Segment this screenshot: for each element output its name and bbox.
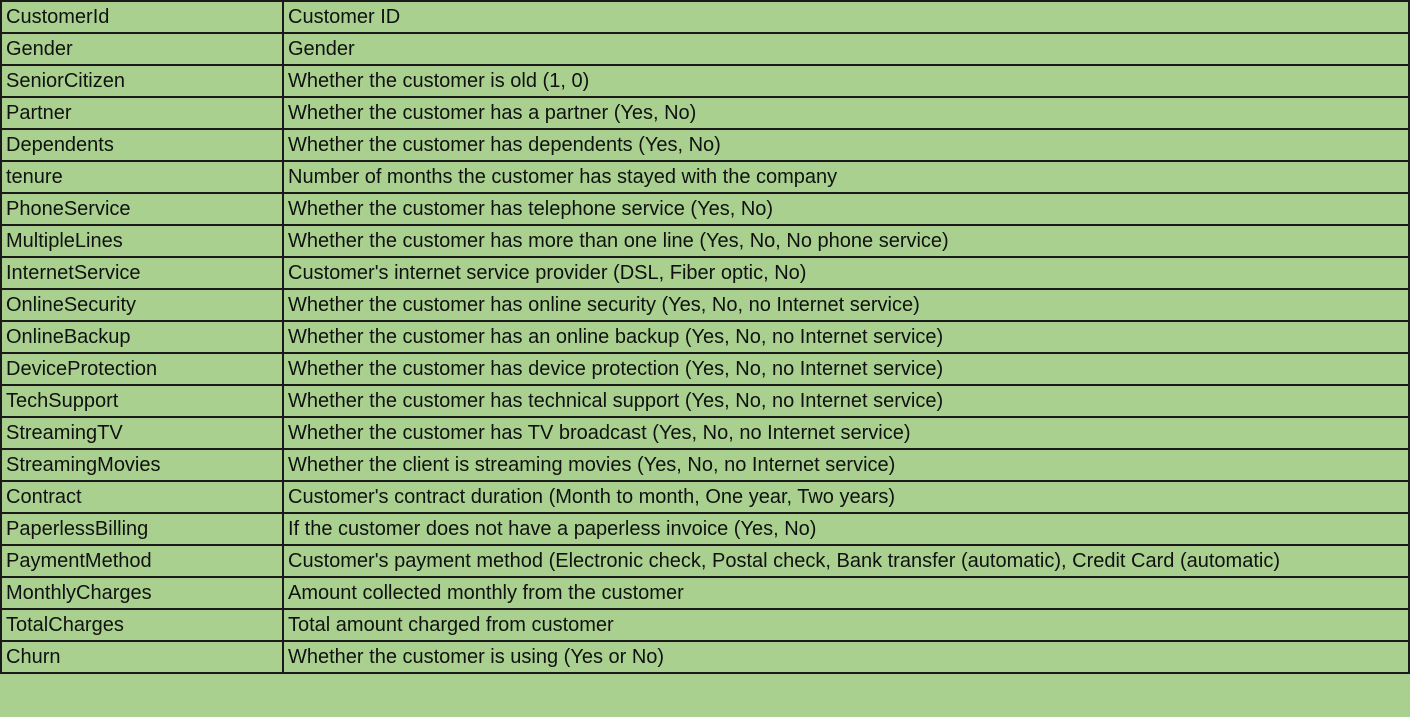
table-row: StreamingTV Whether the customer has TV … (0, 416, 1410, 450)
field-description-cell[interactable]: Customer's contract duration (Month to m… (282, 480, 1410, 514)
table-row: CustomerId Customer ID (0, 0, 1410, 34)
field-description-cell[interactable]: Gender (282, 32, 1410, 66)
field-name-cell[interactable]: DeviceProtection (0, 352, 284, 386)
field-description-cell[interactable]: Total amount charged from customer (282, 608, 1410, 642)
field-name-cell[interactable]: OnlineBackup (0, 320, 284, 354)
table-row: DeviceProtection Whether the customer ha… (0, 352, 1410, 386)
table-row: StreamingMovies Whether the client is st… (0, 448, 1410, 482)
table-row: Contract Customer's contract duration (M… (0, 480, 1410, 514)
field-name-cell[interactable]: InternetService (0, 256, 284, 290)
table-row: SeniorCitizen Whether the customer is ol… (0, 64, 1410, 98)
table-row: Partner Whether the customer has a partn… (0, 96, 1410, 130)
field-description-cell[interactable]: Whether the customer has telephone servi… (282, 192, 1410, 226)
field-name-cell[interactable]: TechSupport (0, 384, 284, 418)
table-row: PaperlessBilling If the customer does no… (0, 512, 1410, 546)
field-description-cell[interactable]: Whether the customer has technical suppo… (282, 384, 1410, 418)
table-row: InternetService Customer's internet serv… (0, 256, 1410, 290)
field-description-cell[interactable]: If the customer does not have a paperles… (282, 512, 1410, 546)
field-name-cell[interactable]: CustomerId (0, 0, 284, 34)
field-description-cell[interactable]: Whether the customer has device protecti… (282, 352, 1410, 386)
field-name-cell[interactable]: SeniorCitizen (0, 64, 284, 98)
field-description-cell[interactable]: Whether the customer has an online backu… (282, 320, 1410, 354)
field-description-cell[interactable]: Whether the customer is using (Yes or No… (282, 640, 1410, 674)
table-row: Churn Whether the customer is using (Yes… (0, 640, 1410, 674)
field-name-cell[interactable]: TotalCharges (0, 608, 284, 642)
field-name-cell[interactable]: Partner (0, 96, 284, 130)
field-name-cell[interactable]: MultipleLines (0, 224, 284, 258)
field-description-cell[interactable]: Customer ID (282, 0, 1410, 34)
field-name-cell[interactable]: PaymentMethod (0, 544, 284, 578)
table-row: TotalCharges Total amount charged from c… (0, 608, 1410, 642)
field-description-cell[interactable]: Whether the customer has a partner (Yes,… (282, 96, 1410, 130)
field-name-cell[interactable]: Dependents (0, 128, 284, 162)
field-description-cell[interactable]: Whether the customer has dependents (Yes… (282, 128, 1410, 162)
field-name-cell[interactable]: OnlineSecurity (0, 288, 284, 322)
table-row: MultipleLines Whether the customer has m… (0, 224, 1410, 258)
table-row: OnlineBackup Whether the customer has an… (0, 320, 1410, 354)
spreadsheet-range: CustomerId Customer ID Gender Gender Sen… (0, 0, 1410, 717)
field-name-cell[interactable]: Gender (0, 32, 284, 66)
table-row: Dependents Whether the customer has depe… (0, 128, 1410, 162)
table-body: CustomerId Customer ID Gender Gender Sen… (0, 0, 1410, 674)
field-description-cell[interactable]: Whether the customer is old (1, 0) (282, 64, 1410, 98)
table-row: tenure Number of months the customer has… (0, 160, 1410, 194)
table-row: Gender Gender (0, 32, 1410, 66)
field-name-cell[interactable]: Contract (0, 480, 284, 514)
field-description-cell[interactable]: Customer's payment method (Electronic ch… (282, 544, 1410, 578)
field-name-cell[interactable]: PaperlessBilling (0, 512, 284, 546)
table-row: PhoneService Whether the customer has te… (0, 192, 1410, 226)
field-description-cell[interactable]: Whether the customer has TV broadcast (Y… (282, 416, 1410, 450)
field-name-cell[interactable]: Churn (0, 640, 284, 674)
field-name-cell[interactable]: tenure (0, 160, 284, 194)
field-description-cell[interactable]: Whether the customer has more than one l… (282, 224, 1410, 258)
field-description-cell[interactable]: Amount collected monthly from the custom… (282, 576, 1410, 610)
field-description-cell[interactable]: Number of months the customer has stayed… (282, 160, 1410, 194)
table-row: TechSupport Whether the customer has tec… (0, 384, 1410, 418)
field-name-cell[interactable]: PhoneService (0, 192, 284, 226)
field-name-cell[interactable]: StreamingMovies (0, 448, 284, 482)
data-dictionary-table: CustomerId Customer ID Gender Gender Sen… (0, 0, 1410, 674)
table-row: PaymentMethod Customer's payment method … (0, 544, 1410, 578)
table-row: MonthlyCharges Amount collected monthly … (0, 576, 1410, 610)
field-description-cell[interactable]: Customer's internet service provider (DS… (282, 256, 1410, 290)
field-description-cell[interactable]: Whether the client is streaming movies (… (282, 448, 1410, 482)
field-description-cell[interactable]: Whether the customer has online security… (282, 288, 1410, 322)
field-name-cell[interactable]: MonthlyCharges (0, 576, 284, 610)
field-name-cell[interactable]: StreamingTV (0, 416, 284, 450)
table-row: OnlineSecurity Whether the customer has … (0, 288, 1410, 322)
